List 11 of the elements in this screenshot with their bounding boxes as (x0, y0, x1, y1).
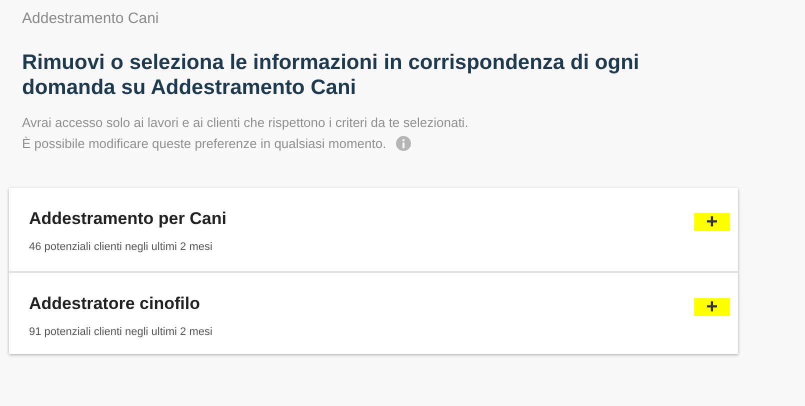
description-text: È possibile modificare queste preferenze in qualsiasi momento. (22, 135, 386, 153)
service-subtitle: 91 potenziali clienti negli ultimi 2 mesi (29, 325, 212, 339)
page-heading: Rimuovi o seleziona le informazioni in corrispondenza di ogni domanda su Addestramento Cani (22, 50, 640, 100)
service-title: Addestramento per Cani (29, 208, 226, 230)
breadcrumb: Addestramento Cani (22, 10, 160, 28)
add-button[interactable]: + (694, 213, 730, 231)
service-subtitle: 46 potenziali clienti negli ultimi 2 mesi (29, 240, 214, 254)
info-icon[interactable] (396, 136, 412, 151)
description-text: Avrai accesso solo ai lavori e ai clienti che rispettono i criteri da te selezionati. (22, 114, 468, 132)
add-button[interactable]: + (694, 298, 730, 316)
service-title: Addestratore cinofilo (29, 293, 201, 315)
